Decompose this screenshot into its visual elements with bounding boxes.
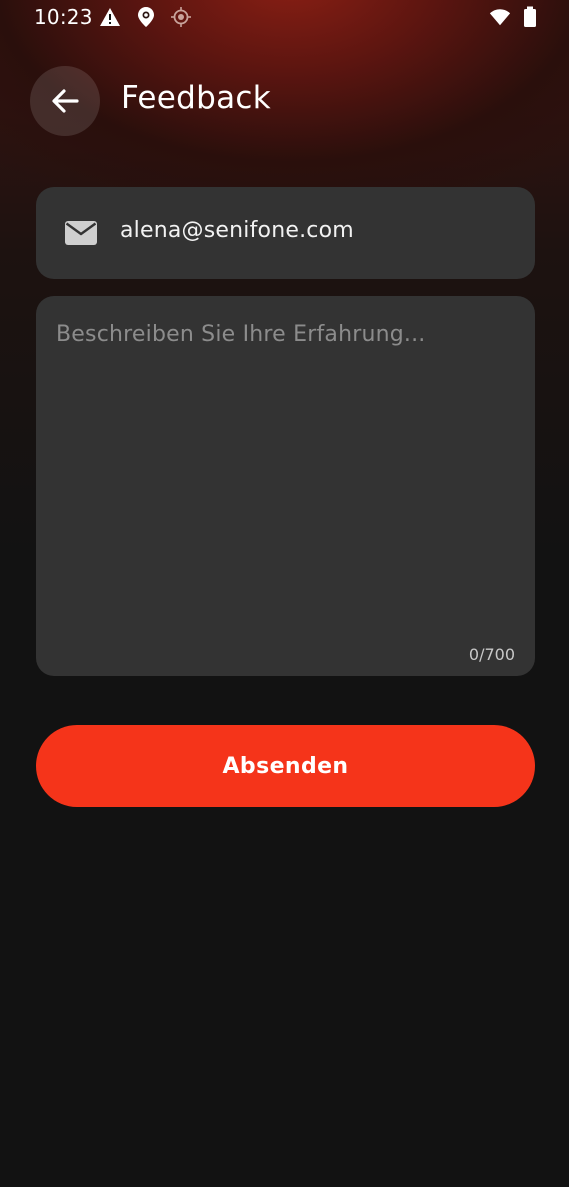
character-counter: 0/700 <box>468 645 515 664</box>
back-button[interactable] <box>30 66 100 136</box>
email-field[interactable]: alena@senifone.com <box>36 187 535 279</box>
battery-icon <box>519 6 541 28</box>
submit-button[interactable]: Absenden <box>36 725 535 807</box>
feedback-textarea[interactable]: Beschreiben Sie Ihre Erfahrung... 0/700 <box>36 296 535 676</box>
mail-icon <box>65 221 97 245</box>
page-title: Feedback <box>121 80 272 116</box>
status-bar: 10:23 <box>0 0 569 34</box>
feedback-placeholder: Beschreiben Sie Ihre Erfahrung... <box>56 322 426 347</box>
status-time: 10:23 <box>34 5 93 29</box>
location-pin-icon <box>135 6 157 28</box>
warning-icon <box>99 6 121 28</box>
gps-icon <box>170 6 192 28</box>
email-value: alena@senifone.com <box>120 218 354 243</box>
wifi-icon <box>489 6 511 28</box>
arrow-left-icon <box>52 89 79 113</box>
submit-label: Absenden <box>222 753 349 779</box>
